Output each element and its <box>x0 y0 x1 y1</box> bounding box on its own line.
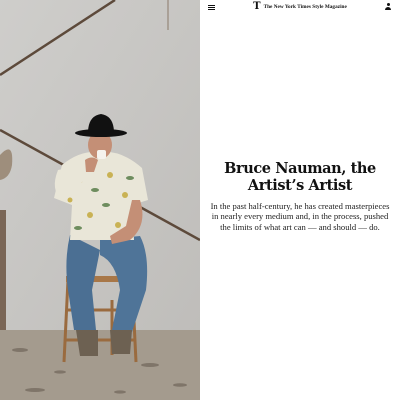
hero-photo-illustration <box>0 0 200 400</box>
brand-logo[interactable]: T The New York Times Style Magazine <box>253 2 347 12</box>
page: T The New York Times Style Magazine Bruc… <box>0 0 400 400</box>
article-headline: Bruce Nauman, the Artist’s Artist <box>224 160 376 194</box>
user-icon[interactable] <box>385 3 392 11</box>
brand-name: The New York Times Style Magazine <box>263 4 347 10</box>
t-magazine-logo-mark: T <box>253 1 261 12</box>
article-panel: T The New York Times Style Magazine Bruc… <box>200 0 400 400</box>
hamburger-menu-icon[interactable] <box>208 4 215 10</box>
top-bar: T The New York Times Style Magazine <box>200 0 400 14</box>
article-header: Bruce Nauman, the Artist’s Artist In the… <box>208 160 392 232</box>
article-dek: In the past half-century, he has created… <box>210 201 390 232</box>
hero-photo <box>0 0 200 400</box>
